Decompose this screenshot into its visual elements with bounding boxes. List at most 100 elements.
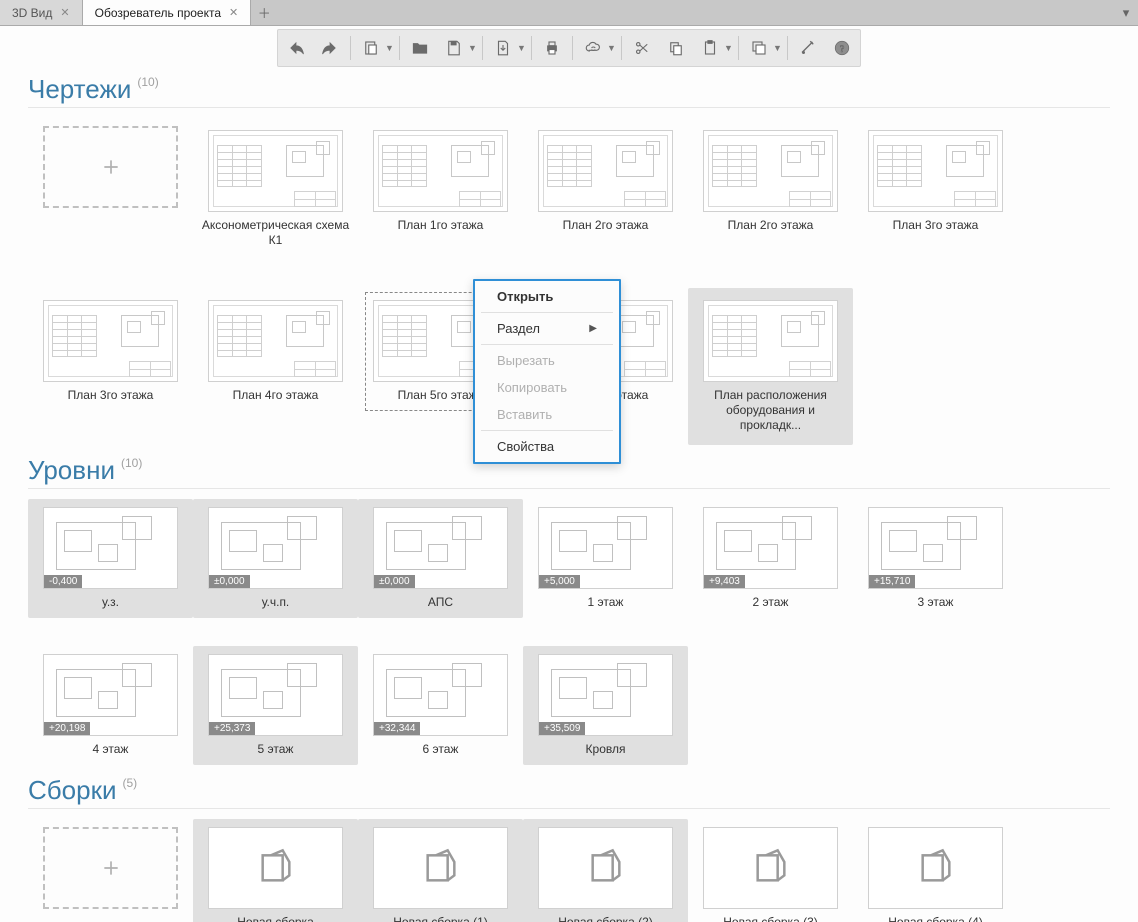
assembly-thumb	[208, 827, 343, 909]
level-item[interactable]: +15,7103 этаж	[853, 499, 1018, 618]
paste-button[interactable]	[694, 32, 726, 64]
separator	[787, 36, 788, 60]
item-label: 4 этаж	[93, 742, 129, 757]
ctx-properties[interactable]: Свойства	[475, 433, 619, 460]
item-label: План 2го этажа	[563, 218, 649, 233]
copy-button[interactable]	[660, 32, 692, 64]
assembly-thumb	[703, 827, 838, 909]
close-icon[interactable]: ✕	[60, 6, 69, 19]
print-button[interactable]	[536, 32, 568, 64]
tab-3d-view[interactable]: 3D Вид ✕	[0, 0, 83, 25]
close-icon[interactable]: ✕	[229, 6, 238, 19]
chevron-down-icon[interactable]: ▼	[385, 43, 395, 53]
item-label: План 2го этажа	[728, 218, 814, 233]
section-count: (10)	[121, 456, 142, 470]
drawing-item[interactable]: План 3го этажа	[853, 118, 1018, 260]
item-label: 3 этаж	[918, 595, 954, 610]
plus-icon	[43, 827, 178, 909]
tab-bar: 3D Вид ✕ Обозреватель проекта ✕ ＋ ▾	[0, 0, 1138, 26]
separator	[481, 430, 613, 431]
level-item[interactable]: ±0,000АПС	[358, 499, 523, 618]
cloud-sync-button[interactable]	[577, 32, 609, 64]
save-button[interactable]	[438, 32, 470, 64]
drawing-item[interactable]: План 3го этажа	[28, 288, 193, 445]
assembly-item[interactable]: Новая сборка (3)	[688, 819, 853, 922]
undo-button[interactable]	[280, 32, 312, 64]
levels-grid: -0,400 у.з. ±0,000у.ч.п. ±0,000АПС +5,000…	[28, 499, 1110, 765]
separator	[481, 312, 613, 313]
assembly-item[interactable]: Новая сборка (1)	[358, 819, 523, 922]
ctx-cut: Вырезать	[475, 347, 619, 374]
separator	[621, 36, 622, 60]
assembly-item[interactable]: Новая сборка (2)	[523, 819, 688, 922]
level-item[interactable]: -0,400 у.з.	[28, 499, 193, 618]
separator	[738, 36, 739, 60]
stack-button[interactable]	[743, 32, 775, 64]
section-title: Сборки	[28, 775, 117, 806]
level-item[interactable]: +32,3446 этаж	[358, 646, 523, 765]
item-label: Новая сборка (2)	[558, 915, 653, 922]
drawing-thumb	[868, 130, 1003, 212]
item-label: Новая сборка (3)	[723, 915, 818, 922]
level-thumb: -0,400	[43, 507, 178, 589]
cut-button[interactable]	[626, 32, 658, 64]
drawing-item[interactable]: План 4го этажа	[193, 288, 358, 445]
level-item[interactable]: +5,0001 этаж	[523, 499, 688, 618]
drawing-item[interactable]: План расположения оборудования и проклад…	[688, 288, 853, 445]
level-item[interactable]: ±0,000у.ч.п.	[193, 499, 358, 618]
item-label	[109, 214, 112, 229]
help-button[interactable]: ?	[826, 32, 858, 64]
drawing-thumb	[703, 300, 838, 382]
drawing-thumb	[208, 130, 343, 212]
collapse-icon[interactable]: ▾	[1114, 0, 1138, 25]
chevron-down-icon[interactable]: ▼	[468, 43, 478, 53]
item-label	[109, 915, 112, 922]
level-item[interactable]: +20,198 4 этаж	[28, 646, 193, 765]
item-label: План 1го этажа	[398, 218, 484, 233]
drawing-thumb	[703, 130, 838, 212]
level-item[interactable]: +25,3735 этаж	[193, 646, 358, 765]
separator	[531, 36, 532, 60]
ctx-section[interactable]: Раздел▶	[475, 315, 619, 342]
add-tab-button[interactable]: ＋	[251, 0, 277, 25]
level-thumb: +5,000	[538, 507, 673, 589]
separator	[481, 344, 613, 345]
add-assembly-button[interactable]	[28, 819, 193, 922]
export-button[interactable]	[487, 32, 519, 64]
level-item[interactable]: +35,509Кровля	[523, 646, 688, 765]
drawing-thumb	[208, 300, 343, 382]
ctx-label: Вырезать	[497, 353, 555, 368]
tab-project-browser[interactable]: Обозреватель проекта ✕	[83, 0, 252, 25]
drawing-item[interactable]: Аксонометрическая схема К1	[193, 118, 358, 260]
section-count: (5)	[123, 776, 138, 790]
ctx-label: Раздел	[497, 321, 540, 336]
assembly-item[interactable]: Новая сборка	[193, 819, 358, 922]
drawing-thumb	[538, 130, 673, 212]
assembly-item[interactable]: Новая сборка (4)	[853, 819, 1018, 922]
add-drawing-button[interactable]	[28, 118, 193, 260]
section-assemblies: Сборки (5) Новая сборкаНовая сборка (1) Н…	[28, 775, 1110, 922]
chevron-down-icon[interactable]: ▼	[517, 43, 527, 53]
chevron-down-icon[interactable]: ▼	[607, 43, 617, 53]
chevron-down-icon[interactable]: ▼	[724, 43, 734, 53]
drawing-item[interactable]: План 2го этажа	[523, 118, 688, 260]
item-label: План 4го этажа	[233, 388, 319, 403]
ctx-label: Вставить	[497, 407, 552, 422]
redo-button[interactable]	[314, 32, 346, 64]
drawing-item[interactable]: План 2го этажа	[688, 118, 853, 260]
separator	[572, 36, 573, 60]
content-area: Чертежи (10) Аксонометрическая схема К1 …	[0, 70, 1138, 922]
open-folder-button[interactable]	[404, 32, 436, 64]
level-item[interactable]: +9,4032 этаж	[688, 499, 853, 618]
level-thumb: +20,198	[43, 654, 178, 736]
separator	[482, 36, 483, 60]
level-thumb: ±0,000	[373, 507, 508, 589]
item-label: План 5го этажа	[398, 388, 484, 403]
chevron-down-icon[interactable]: ▼	[773, 43, 783, 53]
settings-button[interactable]	[792, 32, 824, 64]
ctx-open[interactable]: Открыть	[475, 283, 619, 310]
item-label: Новая сборка (4)	[888, 915, 983, 922]
paste-from-button[interactable]	[355, 32, 387, 64]
item-label: у.з.	[102, 595, 119, 610]
drawing-item[interactable]: План 1го этажа	[358, 118, 523, 260]
